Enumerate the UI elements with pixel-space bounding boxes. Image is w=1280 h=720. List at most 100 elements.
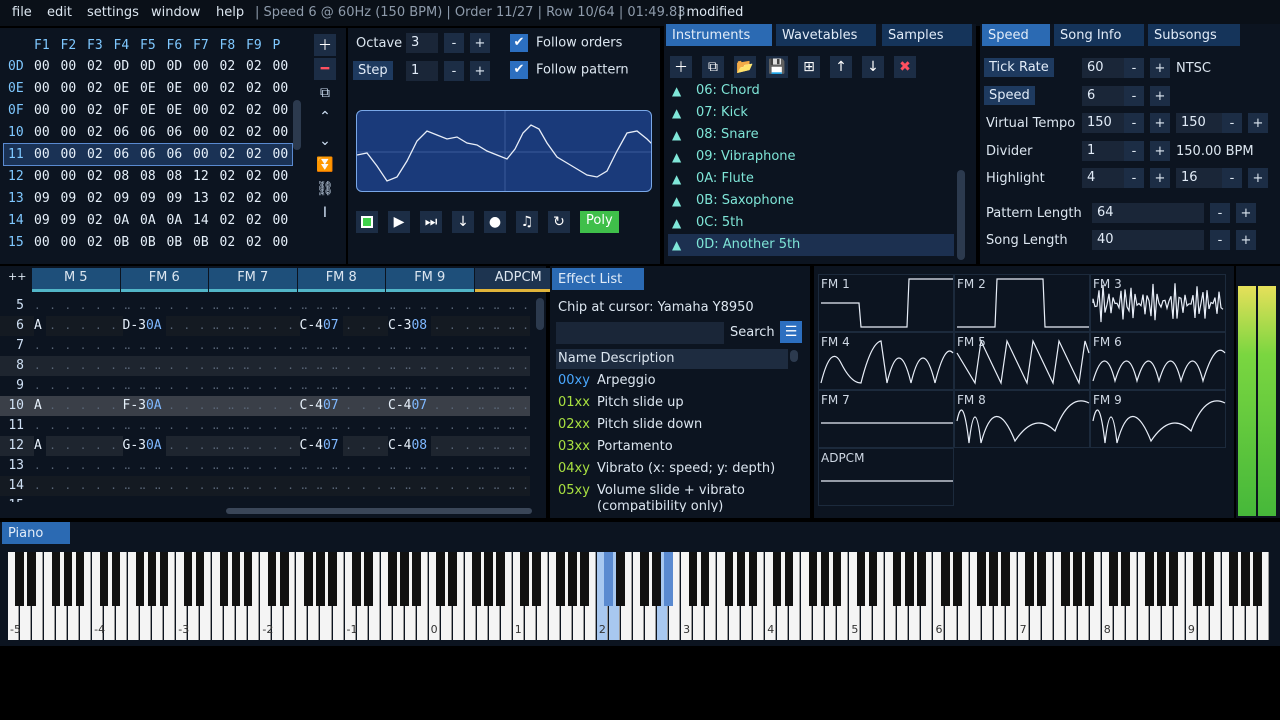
add-instrument-icon[interactable]: ＋ — [670, 56, 692, 78]
order-cell[interactable]: 0E — [114, 78, 130, 99]
order-cell[interactable]: 00 — [34, 144, 50, 165]
instrument-item[interactable]: ▲ 07: Kick — [668, 102, 954, 124]
tab-speed[interactable]: Speed — [982, 24, 1050, 46]
virtual-tempo-b-decrement[interactable]: - — [1222, 113, 1242, 133]
play-from-cursor-icon[interactable]: ⏭ — [420, 211, 442, 233]
piano-black-key[interactable] — [688, 552, 698, 606]
delete-instrument-icon[interactable]: ✖ — [894, 56, 916, 78]
order-row[interactable]: 0F 00 00 02 0F 0E 0E 00 02 02 00 — [4, 100, 292, 121]
highlight-a-decrement[interactable]: - — [1124, 168, 1144, 188]
piano-black-key[interactable] — [231, 552, 241, 606]
menu-edit[interactable]: edit — [47, 5, 72, 20]
menu-window[interactable]: window — [151, 5, 200, 20]
order-row[interactable]: 12 00 00 02 08 08 08 12 02 02 00 — [4, 166, 292, 187]
piano-black-key[interactable] — [1169, 552, 1178, 606]
octave-increment[interactable]: + — [470, 33, 490, 53]
record-icon[interactable]: ● — [484, 211, 506, 233]
order-cell[interactable]: 06 — [114, 122, 130, 143]
duplicate-order-icon[interactable]: ⧉ — [314, 82, 336, 104]
order-cell[interactable]: 02 — [87, 232, 103, 253]
piano-black-key[interactable] — [27, 552, 37, 606]
order-cell[interactable]: 02 — [220, 188, 236, 209]
divider-decrement[interactable]: - — [1124, 141, 1144, 161]
pattern-row[interactable]: 6. . . . . . . . .. . . . . . . . .. . .… — [0, 316, 530, 372]
piano-keyboard[interactable]: -5 -4 -3 -2 -1 0 1 2 3 4 5 6 7 8 9 — [8, 552, 1270, 640]
orders-table[interactable]: 0D 00 00 02 0D 0D 0D 00 02 02 00 0E 00 00 02 0E 0E 0E 00 02… — [0, 56, 300, 266]
piano-black-key[interactable] — [868, 552, 878, 606]
piano-black-key[interactable] — [820, 552, 830, 606]
tab-instruments[interactable]: Instruments — [666, 24, 772, 46]
pattern-note[interactable]: C-408 — [388, 436, 432, 456]
pattern-length-input[interactable]: 64 — [1092, 203, 1204, 223]
order-cell[interactable]: 08 — [140, 166, 156, 187]
order-cell[interactable]: 0E — [167, 100, 183, 121]
order-cell[interactable]: 00 — [34, 166, 50, 187]
piano-black-key[interactable] — [135, 552, 145, 606]
effect-item[interactable]: 03xx Portamento — [556, 436, 796, 458]
order-cell[interactable]: 0D — [167, 56, 183, 77]
order-row[interactable]: 0E 00 00 02 0E 0E 0E 00 02 02 00 — [4, 78, 292, 99]
divider-increment[interactable]: + — [1150, 141, 1170, 161]
piano-black-key[interactable] — [616, 552, 626, 606]
pattern-grid[interactable]: 5. . . . . . . . .. . . . . . . . .. . .… — [0, 296, 530, 502]
piano-black-key[interactable] — [856, 552, 866, 606]
tree-icon[interactable]: ⊞ — [798, 56, 820, 78]
piano-black-key[interactable] — [412, 552, 421, 606]
tick-rate-label[interactable]: Tick Rate — [984, 58, 1054, 77]
order-cell[interactable]: 02 — [246, 100, 262, 121]
effect-scrollbar[interactable] — [790, 350, 798, 362]
tab-song-info[interactable]: Song Info — [1054, 24, 1144, 46]
piano-black-key[interactable] — [940, 552, 950, 606]
order-row[interactable]: 15 00 00 02 0B 0B 0B 0B 02 02 00 — [4, 232, 292, 253]
follow-pattern-option[interactable]: ✔ Follow pattern — [510, 61, 629, 79]
virtual-tempo-input-a[interactable]: 150 — [1082, 113, 1128, 133]
poly-button[interactable]: Poly — [580, 211, 619, 233]
piano-black-key[interactable] — [472, 552, 481, 606]
piano-black-key[interactable] — [988, 552, 998, 606]
piano-black-key[interactable] — [1121, 552, 1130, 606]
highlight-a-increment[interactable]: + — [1150, 168, 1170, 188]
piano-black-key[interactable] — [520, 552, 529, 606]
speed-decrement[interactable]: - — [1124, 86, 1144, 106]
move-up-arrow-icon[interactable]: ↑ — [830, 56, 852, 78]
order-cell[interactable]: 02 — [87, 144, 103, 165]
pattern-note[interactable]: A — [34, 316, 46, 336]
order-cell[interactable]: 02 — [87, 122, 103, 143]
instrument-item[interactable]: ▲ 06: Chord — [668, 80, 954, 102]
order-cell[interactable]: 0A — [140, 210, 156, 231]
pattern-note[interactable]: C-308 — [388, 316, 432, 336]
instrument-item[interactable]: ▲ 0B: Saxophone — [668, 190, 954, 212]
order-cell[interactable]: 00 — [273, 232, 289, 253]
pattern-note[interactable]: D-30A — [122, 316, 166, 336]
order-cell[interactable]: 02 — [220, 144, 236, 165]
menu-settings[interactable]: settings — [87, 5, 139, 20]
order-cell[interactable]: 06 — [140, 144, 156, 165]
order-cell[interactable]: 00 — [61, 56, 77, 77]
pattern-row[interactable]: 12. . . . . . . . .. . . . . . . . .. . … — [0, 436, 530, 492]
piano-black-key[interactable] — [784, 552, 794, 606]
order-cell[interactable]: 0B — [193, 232, 209, 253]
pattern-row[interactable]: 5. . . . . . . . .. . . . . . . . .. . .… — [0, 296, 530, 352]
save-icon[interactable]: 💾 — [766, 56, 788, 78]
step-input[interactable]: 1 — [406, 61, 438, 81]
song-length-input[interactable]: 40 — [1092, 230, 1204, 250]
order-cell[interactable]: 00 — [34, 78, 50, 99]
order-cell[interactable]: 02 — [220, 100, 236, 121]
channel-header[interactable]: FM 7 — [209, 268, 297, 292]
order-cell[interactable]: 02 — [246, 122, 262, 143]
order-cell[interactable]: 02 — [246, 78, 262, 99]
speed-increment[interactable]: + — [1150, 86, 1170, 106]
pattern-row[interactable]: 15. . . . . . . . .. . . . . . . . .. . … — [0, 496, 530, 502]
pattern-note[interactable]: C-407 — [299, 396, 343, 416]
pattern-row[interactable]: 14. . . . . . . . .. . . . . . . . .. . … — [0, 476, 530, 502]
instrument-item[interactable]: ▲ 0A: Flute — [668, 168, 954, 190]
stop-icon[interactable] — [356, 211, 378, 233]
order-cell[interactable]: 02 — [246, 166, 262, 187]
piano-black-key[interactable] — [1025, 552, 1034, 606]
piano-black-key[interactable] — [556, 552, 565, 606]
effect-item[interactable]: (compatibility only) — [556, 499, 796, 512]
order-cell[interactable]: 00 — [273, 122, 289, 143]
piano-black-key[interactable] — [1037, 552, 1046, 606]
link-icon[interactable]: ⛓ — [314, 178, 336, 200]
order-cell[interactable]: 0D — [114, 56, 130, 77]
